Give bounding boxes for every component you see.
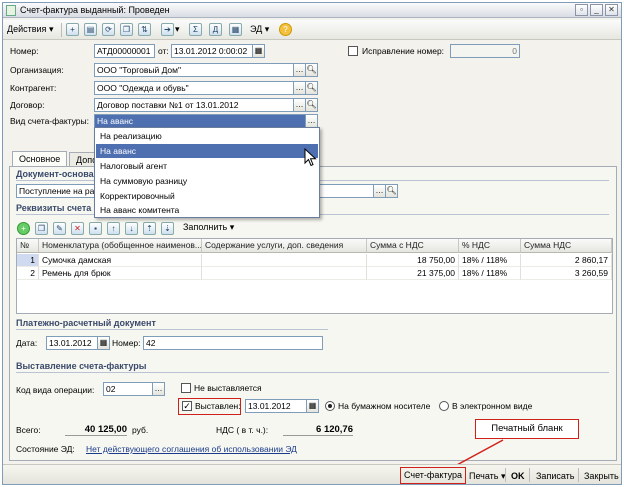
print-label: Печать [469,471,499,481]
dropdown-item[interactable]: На аванс [96,144,318,158]
bottom-separator [578,468,579,482]
bottom-bar: Счет-фактура Печать ▾ OK Записать Закрыт… [3,464,621,484]
close-button[interactable]: Закрыть [581,469,621,483]
invoice-kind-dropdown: На реализацию На аванс Налоговый агент Н… [94,127,320,218]
bottom-separator [505,468,506,482]
dropdown-item[interactable]: На реализацию [96,129,318,143]
invoice-window: Счет-фактура выданный: Проведен ▫ _ ✕ Де… [2,2,622,485]
dropdown-item[interactable]: Корректировочный [96,189,318,203]
callout-pointer [454,439,504,467]
invoice-print-button[interactable]: Счет-фактура [400,467,466,484]
ok-button[interactable]: OK [508,469,528,483]
dropdown-item[interactable]: Налоговый агент [96,159,318,173]
bottom-separator [529,468,530,482]
dropdown-item[interactable]: На суммовую разницу [96,174,318,188]
mouse-cursor-icon [304,148,317,167]
print-menu[interactable]: Печать ▾ [466,469,509,483]
save-button[interactable]: Записать [533,469,577,483]
dropdown-item[interactable]: На аванс комитента [96,203,318,217]
